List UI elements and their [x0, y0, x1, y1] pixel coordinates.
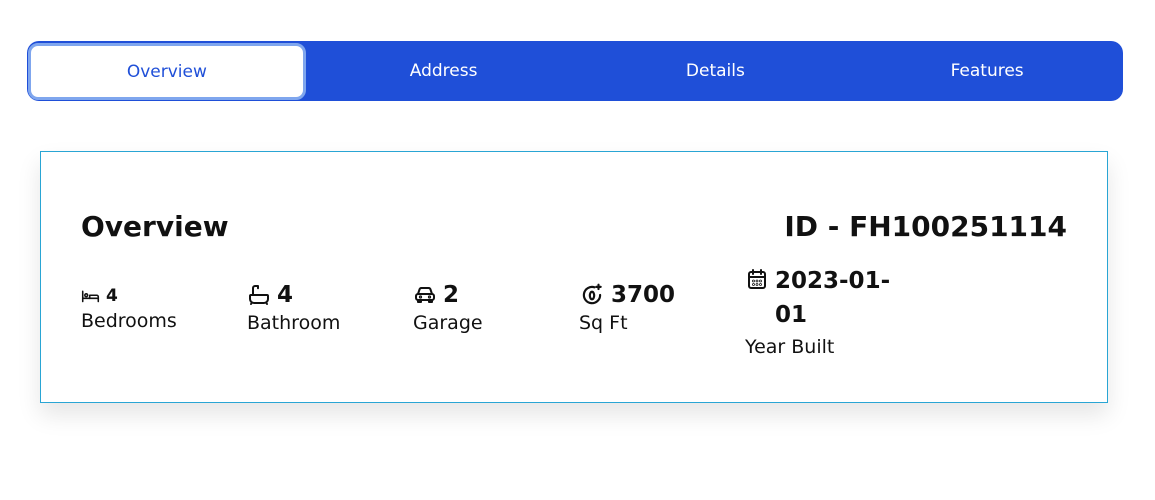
area-icon [579, 282, 605, 308]
garage-label: Garage [413, 312, 483, 334]
tab-overview[interactable]: Overview [28, 43, 306, 100]
sqft-value: 3700 [611, 282, 676, 308]
stat-garage: 2 Garage [413, 282, 483, 334]
stat-bathroom: 4 Bathroom [247, 282, 340, 334]
garage-value: 2 [443, 282, 460, 308]
stat-year-built: 2023-01-01 Year Built [745, 264, 895, 358]
bed-icon [81, 289, 100, 303]
overview-card: Overview ID - FH100251114 4 Bedrooms 4 B… [40, 151, 1108, 403]
bathroom-value: 4 [277, 282, 294, 308]
tab-details[interactable]: Details [580, 41, 852, 101]
stat-bedrooms: 4 Bedrooms [81, 286, 177, 332]
property-id: ID - FH100251114 [784, 210, 1067, 243]
bathroom-label: Bathroom [247, 312, 341, 334]
calendar-icon [745, 267, 769, 291]
tab-address[interactable]: Address [308, 41, 580, 101]
overview-title: Overview [81, 210, 229, 243]
tab-bar: Overview Address Details Features [27, 41, 1123, 101]
sqft-label: Sq Ft [579, 312, 628, 334]
car-icon [413, 283, 437, 307]
bedrooms-value: 4 [106, 286, 118, 306]
stat-sqft: 3700 Sq Ft [579, 282, 675, 334]
tab-features[interactable]: Features [851, 41, 1123, 101]
bathtub-icon [247, 283, 271, 307]
bedrooms-label: Bedrooms [81, 310, 177, 332]
year-built-value: 2023-01-01 [775, 268, 891, 328]
year-built-label: Year Built [745, 336, 835, 358]
